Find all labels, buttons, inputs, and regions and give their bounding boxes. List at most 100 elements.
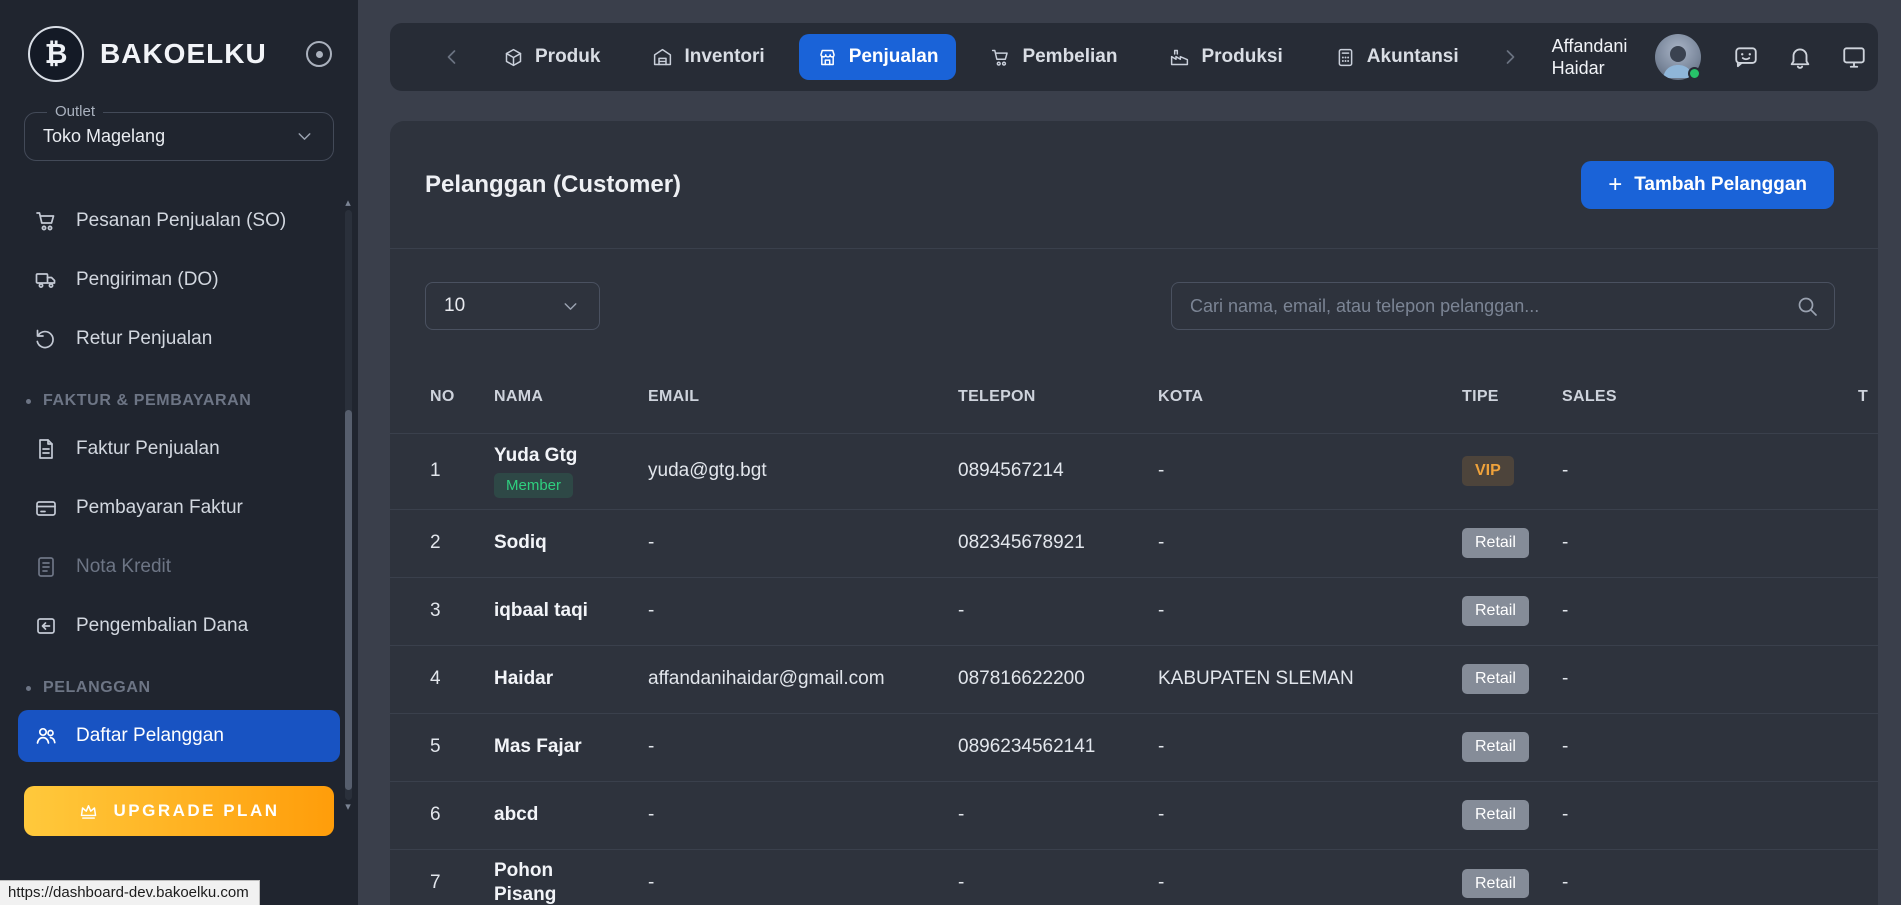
cell-telepon: 0894567214 <box>958 433 1158 509</box>
scroll-down-icon[interactable]: ▾ <box>345 800 351 814</box>
notifications-button[interactable] <box>1787 44 1813 70</box>
cell-sales: - <box>1562 433 1858 509</box>
app-root: ₿ BAKOELKU Outlet Toko Magelang Pesanan … <box>0 0 1901 905</box>
avatar[interactable] <box>1655 34 1701 80</box>
sidebar-section-faktur: FAKTUR & PEMBAYARAN <box>18 372 340 416</box>
plus-icon: + <box>1608 176 1622 194</box>
cell-no: 7 <box>390 849 494 905</box>
cell-sales: - <box>1562 509 1858 577</box>
cell-telepon: - <box>958 577 1158 645</box>
sidebar-item-pembayaran-faktur[interactable]: Pembayaran Faktur <box>18 482 340 534</box>
truck-icon <box>34 268 58 292</box>
tipe-badge: Retail <box>1462 528 1529 557</box>
cell-tipe: Retail <box>1462 781 1562 849</box>
sidebar-item-daftar-pelanggan[interactable]: Daftar Pelanggan <box>18 710 340 762</box>
card-header: Pelanggan (Customer) + Tambah Pelanggan <box>390 121 1878 249</box>
chevron-right-icon <box>1498 45 1522 69</box>
tab-label: Produk <box>535 46 600 68</box>
cell-email: affandanihaidar@gmail.com <box>648 645 958 713</box>
add-customer-button[interactable]: + Tambah Pelanggan <box>1581 161 1834 209</box>
cell-sales: - <box>1562 849 1858 905</box>
table-row[interactable]: 2 Sodiq - 082345678921 - Retail - <box>390 509 1878 577</box>
scrollbar-thumb[interactable] <box>345 410 352 790</box>
sidebar-item-label: Daftar Pelanggan <box>76 725 224 747</box>
cell-tipe: Retail <box>1462 645 1562 713</box>
cell-email: - <box>648 577 958 645</box>
customer-name: Sodiq <box>494 531 547 556</box>
cell-clipped <box>1858 577 1878 645</box>
cell-tipe: VIP <box>1462 433 1562 509</box>
table-row[interactable]: 1 Yuda Gtg Member yuda@gtg.bgt 089456721… <box>390 433 1878 509</box>
sidebar-item-pesanan-penjualan[interactable]: Pesanan Penjualan (SO) <box>18 195 340 247</box>
cell-clipped <box>1858 781 1878 849</box>
table-row[interactable]: 6 abcd - - - Retail - <box>390 781 1878 849</box>
sidebar-scrollbar[interactable]: ▴ ▾ <box>342 196 354 814</box>
table-controls: 10 <box>390 249 1878 361</box>
col-header-nama: NAMA <box>494 361 648 433</box>
cell-nama: Haidar <box>494 645 648 713</box>
tab-produksi[interactable]: Produksi <box>1151 34 1300 80</box>
cell-kota: - <box>1158 713 1462 781</box>
sidebar-item-pengiriman[interactable]: Pengiriman (DO) <box>18 254 340 306</box>
sidebar-item-label: Pengembalian Dana <box>76 615 248 637</box>
scroll-up-icon[interactable]: ▴ <box>345 196 351 210</box>
table-row[interactable]: 5 Mas Fajar - 0896234562141 - Retail - <box>390 713 1878 781</box>
cell-telepon: 087816622200 <box>958 645 1158 713</box>
feedback-button[interactable] <box>1733 44 1759 70</box>
chat-icon <box>1733 44 1759 70</box>
refund-icon <box>34 614 58 638</box>
cell-email: - <box>648 849 958 905</box>
tab-label: Pembelian <box>1022 46 1117 68</box>
sidebar-item-retur-penjualan[interactable]: Retur Penjualan <box>18 313 340 365</box>
tab-inventori[interactable]: Inventori <box>634 34 782 80</box>
cell-telepon: 082345678921 <box>958 509 1158 577</box>
upgrade-plan-button[interactable]: UPGRADE PLAN <box>24 786 334 836</box>
tab-penjualan[interactable]: Penjualan <box>799 34 957 80</box>
cell-clipped <box>1858 509 1878 577</box>
outlet-selector[interactable]: Outlet Toko Magelang <box>24 112 334 161</box>
page-size-select[interactable]: 10 <box>425 282 600 330</box>
cell-email: yuda@gtg.bgt <box>648 433 958 509</box>
section-label: PELANGGAN <box>43 679 151 697</box>
sidebar-item-label: Nota Kredit <box>76 556 171 578</box>
warehouse-icon <box>652 47 673 68</box>
table-row[interactable]: 3 iqbaal taqi - - - Retail - <box>390 577 1878 645</box>
table-row[interactable]: 7 Pohon Pisang - - - Retail - <box>390 849 1878 905</box>
customer-table-wrap: NO NAMA EMAIL TELEPON KOTA TIPE SALES T <box>390 361 1878 905</box>
tab-label: Penjualan <box>849 46 939 68</box>
main-area: Produk Inventori Penjualan Pembelian Pro… <box>358 0 1901 905</box>
brand-name: BAKOELKU <box>100 38 290 70</box>
tab-produk[interactable]: Produk <box>485 34 618 80</box>
cell-nama: abcd <box>494 781 648 849</box>
cell-tipe: Retail <box>1462 849 1562 905</box>
cell-no: 2 <box>390 509 494 577</box>
sidebar-item-faktur-penjualan[interactable]: Faktur Penjualan <box>18 423 340 475</box>
cell-kota: KABUPATEN SLEMAN <box>1158 645 1462 713</box>
nav-scroll-left-button[interactable] <box>430 45 474 69</box>
table-header-row: NO NAMA EMAIL TELEPON KOTA TIPE SALES T <box>390 361 1878 433</box>
outlet-label: Outlet <box>47 103 103 120</box>
calculator-icon <box>1335 47 1356 68</box>
sidebar-item-nota-kredit[interactable]: Nota Kredit <box>18 541 340 593</box>
online-status-dot <box>1688 67 1701 80</box>
sidebar-item-pengembalian-dana[interactable]: Pengembalian Dana <box>18 600 340 652</box>
table-row[interactable]: 4 Haidar affandanihaidar@gmail.com 08781… <box>390 645 1878 713</box>
cell-clipped <box>1858 713 1878 781</box>
customer-name: Yuda Gtg <box>494 444 577 469</box>
tab-label: Inventori <box>684 46 764 68</box>
display-mode-button[interactable] <box>1841 44 1867 70</box>
cell-email: - <box>648 781 958 849</box>
col-header-tipe: TIPE <box>1462 361 1562 433</box>
outlet-value: Toko Magelang <box>43 126 165 147</box>
info-icon[interactable] <box>306 41 332 67</box>
tab-akuntansi[interactable]: Akuntansi <box>1317 34 1477 80</box>
sidebar-item-label: Retur Penjualan <box>76 328 212 350</box>
tab-pembelian[interactable]: Pembelian <box>972 34 1135 80</box>
nav-scroll-right-button[interactable] <box>1488 45 1532 69</box>
search-input[interactable] <box>1171 282 1835 330</box>
customer-name: abcd <box>494 803 538 828</box>
cell-clipped <box>1858 849 1878 905</box>
sidebar-item-label: Pesanan Penjualan (SO) <box>76 210 286 232</box>
scrollbar-track[interactable] <box>345 210 352 800</box>
page-size-value: 10 <box>444 295 465 317</box>
